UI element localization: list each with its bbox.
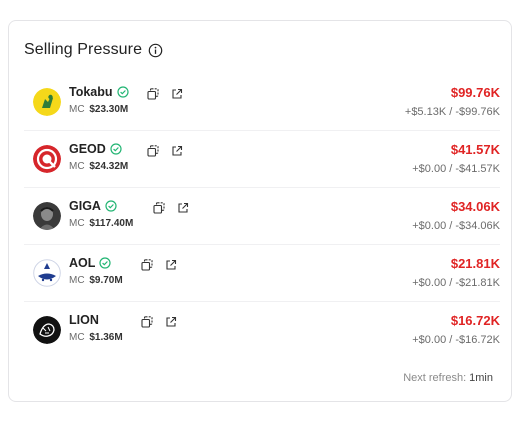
external-link-icon[interactable] — [165, 259, 177, 271]
card-title: Selling Pressure — [24, 41, 143, 58]
refresh-status: Next refresh: 1min — [403, 372, 493, 384]
token-logo — [33, 88, 61, 116]
token-name[interactable]: GEOD — [69, 142, 106, 156]
verified-icon — [116, 86, 129, 98]
info-icon[interactable] — [148, 43, 163, 58]
market-cap: MC $24.32M — [69, 161, 129, 172]
verified-icon — [105, 200, 117, 212]
refresh-value: 1min — [469, 372, 493, 384]
verified-icon — [99, 257, 111, 269]
token-logo — [33, 259, 61, 287]
copy-icon[interactable] — [147, 88, 159, 100]
buy-sell-delta: +$0.00 / -$41.57K — [412, 163, 500, 175]
refresh-label: Next refresh: — [403, 372, 467, 384]
card-header: Selling Pressure — [24, 41, 163, 59]
sell-amount: $34.06K — [450, 199, 500, 214]
token-name[interactable]: AOL — [69, 256, 95, 270]
list-item[interactable]: GIGA MC $117.40M $34.06K +$0.00 / -$34.0… — [24, 188, 500, 245]
token-name[interactable]: GIGA — [69, 199, 101, 213]
sell-amount: $16.72K — [450, 313, 500, 328]
external-link-icon[interactable] — [171, 145, 183, 157]
copy-icon[interactable] — [153, 202, 165, 214]
list-item[interactable]: Tokabu MC $23.30M $99.76K +$5.13K / -$99… — [24, 74, 500, 131]
sell-amount: $99.76K — [450, 85, 500, 100]
copy-icon[interactable] — [141, 316, 153, 328]
external-link-icon[interactable] — [177, 202, 189, 214]
sell-amount: $41.57K — [450, 142, 500, 157]
token-logo — [33, 202, 61, 230]
market-cap: MC $1.36M — [69, 332, 123, 343]
external-link-icon[interactable] — [171, 88, 183, 100]
verified-icon — [110, 143, 122, 155]
buy-sell-delta: +$5.13K / -$99.76K — [404, 106, 500, 118]
token-logo — [33, 316, 61, 344]
buy-sell-delta: +$0.00 / -$34.06K — [412, 220, 500, 232]
token-name[interactable]: LION — [69, 313, 99, 327]
token-logo — [33, 145, 61, 173]
buy-sell-delta: +$0.00 / -$16.72K — [412, 334, 500, 346]
token-name[interactable]: Tokabu — [69, 85, 113, 99]
list-item[interactable]: AOL MC $9.70M $21.81K +$0.00 / -$21.81K — [24, 245, 500, 302]
market-cap: MC $117.40M — [69, 218, 134, 229]
selling-pressure-card: Selling Pressure Tokabu MC $23.30M $99.7… — [8, 20, 512, 402]
market-cap: MC $9.70M — [69, 275, 123, 286]
token-list: Tokabu MC $23.30M $99.76K +$5.13K / -$99… — [24, 74, 500, 359]
sell-amount: $21.81K — [450, 256, 500, 271]
list-item[interactable]: LION MC $1.36M $16.72K +$0.00 / -$16.72K — [24, 302, 500, 359]
external-link-icon[interactable] — [165, 316, 177, 328]
copy-icon[interactable] — [147, 145, 159, 157]
copy-icon[interactable] — [141, 259, 153, 271]
buy-sell-delta: +$0.00 / -$21.81K — [412, 277, 500, 289]
market-cap: MC $23.30M — [69, 104, 129, 115]
list-item[interactable]: GEOD MC $24.32M $41.57K +$0.00 / -$41.57… — [24, 131, 500, 188]
